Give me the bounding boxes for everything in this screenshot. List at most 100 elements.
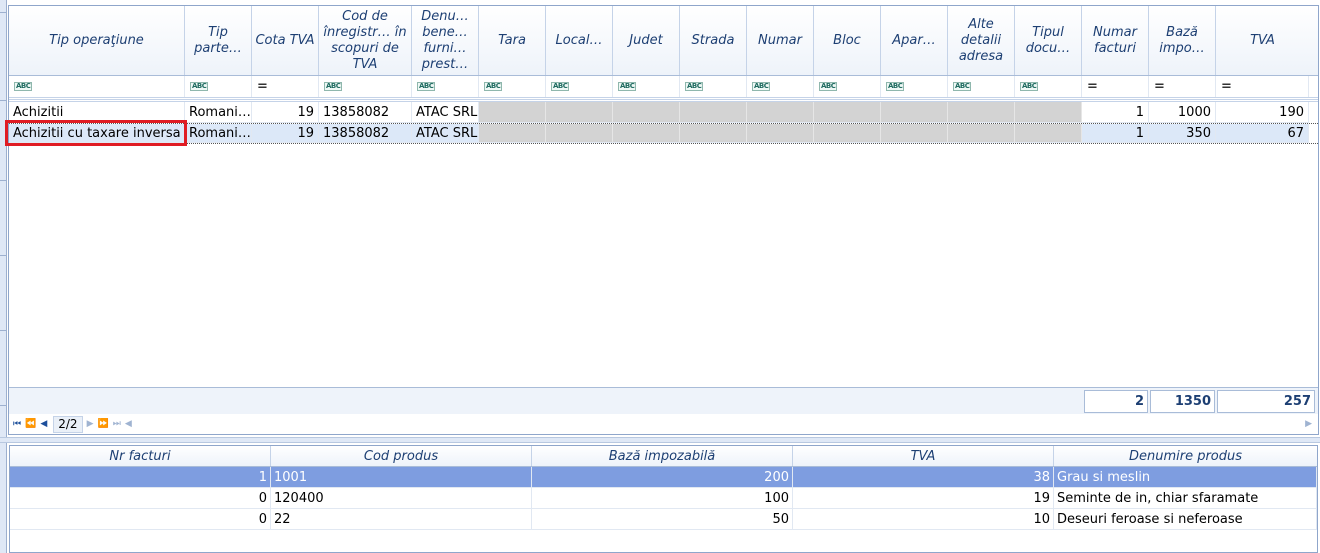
cell-localitate[interactable] xyxy=(546,124,613,143)
filter-cell-cod_inregistrare[interactable]: ABC xyxy=(319,76,412,97)
text-filter-icon[interactable]: ABC xyxy=(190,82,209,91)
cell-judet[interactable] xyxy=(613,102,680,123)
text-filter-icon[interactable]: ABC xyxy=(953,82,972,91)
column-header-bloc[interactable]: Bloc xyxy=(814,6,881,75)
cell-baza-impozabila[interactable]: 50 xyxy=(532,509,793,530)
filter-cell-bloc[interactable]: ABC xyxy=(814,76,881,97)
text-filter-icon[interactable]: ABC xyxy=(819,82,838,91)
cell-tip-partener[interactable]: Romani… xyxy=(185,102,252,123)
cell-denumire-produs[interactable]: Grau si meslin xyxy=(1054,467,1317,488)
column-header-denumire[interactable]: Denu… bene… furni… prest… xyxy=(412,6,479,75)
cell-denumire-produs[interactable]: Seminte de in, chiar sfaramate xyxy=(1054,488,1317,509)
column-header-tipul-document[interactable]: Tipul docu… xyxy=(1015,6,1082,75)
filter-cell-tip_operatiune[interactable]: ABC xyxy=(9,76,185,97)
cell-cod-inregistrare[interactable]: 13858082 xyxy=(319,102,412,123)
filter-cell-tara[interactable]: ABC xyxy=(479,76,546,97)
prev-page-icon[interactable]: ◀ xyxy=(40,419,47,429)
text-filter-icon[interactable]: ABC xyxy=(14,82,33,91)
column-header-denumire-produs[interactable]: Denumire produs xyxy=(1054,446,1317,466)
filter-cell-tipul_document[interactable]: ABC xyxy=(1015,76,1082,97)
cell-apartament[interactable] xyxy=(881,124,948,143)
filter-cell-numar[interactable]: ABC xyxy=(747,76,814,97)
scroll-right-icon[interactable]: ▶ xyxy=(1305,419,1312,429)
column-header-judet[interactable]: Judet xyxy=(613,6,680,75)
column-header-tara[interactable]: Tara xyxy=(479,6,546,75)
text-filter-icon[interactable]: ABC xyxy=(618,82,637,91)
cell-strada[interactable] xyxy=(680,102,747,123)
cell-tva[interactable]: 67 xyxy=(1216,124,1309,143)
column-header-cod-inregistrare[interactable]: Cod de înregistr… în scopuri de TVA xyxy=(319,6,412,75)
cell-cod-produs[interactable]: 1001 xyxy=(271,467,532,488)
filter-cell-cota_tva[interactable]: = xyxy=(252,76,319,97)
cell-nr-facturi[interactable]: 0 xyxy=(10,509,271,530)
text-filter-icon[interactable]: ABC xyxy=(551,82,570,91)
cell-numar[interactable] xyxy=(747,124,814,143)
cell-tara[interactable] xyxy=(479,124,546,143)
cell-judet[interactable] xyxy=(613,124,680,143)
cell-numar-facturi[interactable]: 1 xyxy=(1082,102,1149,123)
filter-cell-alte_detalii[interactable]: ABC xyxy=(948,76,1015,97)
column-header-baza-impozabila[interactable]: Bază impozabilă xyxy=(532,446,793,466)
cell-tara[interactable] xyxy=(479,102,546,123)
cell-tva[interactable]: 10 xyxy=(793,509,1054,530)
cell-tva[interactable]: 19 xyxy=(793,488,1054,509)
cell-alte-detalii[interactable] xyxy=(948,102,1015,123)
cell-numar[interactable] xyxy=(747,102,814,123)
equals-filter-icon[interactable]: = xyxy=(1221,80,1232,93)
cell-tip-partener[interactable]: Romani… xyxy=(185,124,252,143)
scroll-left-icon[interactable]: ◀ xyxy=(125,419,132,429)
cell-cota-tva[interactable]: 19 xyxy=(252,102,319,123)
filter-cell-judet[interactable]: ABC xyxy=(613,76,680,97)
last-page-icon[interactable]: ⏭ xyxy=(113,419,121,429)
column-header-cota-tva[interactable]: Cota TVA xyxy=(252,6,319,75)
first-page-icon[interactable]: ⏮ xyxy=(13,419,21,429)
table-row[interactable]: Achizitii Romani… 19 13858082 ATAC SRL 1… xyxy=(9,102,1318,123)
column-header-tva[interactable]: TVA xyxy=(793,446,1054,466)
text-filter-icon[interactable]: ABC xyxy=(324,82,343,91)
next-page-group-icon[interactable]: ⏩ xyxy=(97,419,108,429)
equals-filter-icon[interactable]: = xyxy=(1087,80,1098,93)
cell-strada[interactable] xyxy=(680,124,747,143)
table-row[interactable]: 0 22 50 10 Deseuri feroase si neferoase xyxy=(10,509,1317,530)
cell-cota-tva[interactable]: 19 xyxy=(252,124,319,143)
cell-nr-facturi[interactable]: 0 xyxy=(10,488,271,509)
panel-splitter[interactable] xyxy=(0,437,1320,443)
cell-baza-impozabila[interactable]: 100 xyxy=(532,488,793,509)
cell-nr-facturi[interactable]: 1 xyxy=(10,467,271,488)
cell-numar-facturi[interactable]: 1 xyxy=(1082,124,1149,143)
prev-page-group-icon[interactable]: ⏪ xyxy=(25,419,36,429)
filter-cell-localitate[interactable]: ABC xyxy=(546,76,613,97)
cell-cod-produs[interactable]: 120400 xyxy=(271,488,532,509)
filter-cell-denumire[interactable]: ABC xyxy=(412,76,479,97)
column-header-tip-partener[interactable]: Tip parte… xyxy=(185,6,252,75)
cell-tva[interactable]: 38 xyxy=(793,467,1054,488)
text-filter-icon[interactable]: ABC xyxy=(752,82,771,91)
cell-denumire-produs[interactable]: Deseuri feroase si neferoase xyxy=(1054,509,1317,530)
cell-tva[interactable]: 190 xyxy=(1216,102,1309,123)
column-header-nr-facturi[interactable]: Nr facturi xyxy=(10,446,271,466)
column-header-baza-impozabila[interactable]: Bază impo… xyxy=(1149,6,1216,75)
column-header-alte-detalii[interactable]: Alte detalii adresa xyxy=(948,6,1015,75)
cell-baza-impozabila[interactable]: 1000 xyxy=(1149,102,1216,123)
cell-baza-impozabila[interactable]: 200 xyxy=(532,467,793,488)
filter-cell-strada[interactable]: ABC xyxy=(680,76,747,97)
cell-denumire[interactable]: ATAC SRL xyxy=(412,102,479,123)
column-header-strada[interactable]: Strada xyxy=(680,6,747,75)
column-header-apartament[interactable]: Apar… xyxy=(881,6,948,75)
filter-cell-tva[interactable]: = xyxy=(1216,76,1309,97)
cell-cod-produs[interactable]: 22 xyxy=(271,509,532,530)
cell-denumire[interactable]: ATAC SRL xyxy=(412,124,479,143)
column-header-numar[interactable]: Numar xyxy=(747,6,814,75)
cell-tipul-document[interactable] xyxy=(1015,124,1082,143)
column-header-tva[interactable]: TVA xyxy=(1216,6,1309,75)
filter-cell-tip_partener[interactable]: ABC xyxy=(185,76,252,97)
text-filter-icon[interactable]: ABC xyxy=(484,82,503,91)
column-header-numar-facturi[interactable]: Numar facturi xyxy=(1082,6,1149,75)
column-header-localitate[interactable]: Local… xyxy=(546,6,613,75)
column-header-tip-operatiune[interactable]: Tip operaţiune xyxy=(9,6,185,75)
cell-localitate[interactable] xyxy=(546,102,613,123)
text-filter-icon[interactable]: ABC xyxy=(886,82,905,91)
filter-cell-apartament[interactable]: ABC xyxy=(881,76,948,97)
table-row-selected[interactable]: 1 1001 200 38 Grau si meslin xyxy=(10,467,1317,488)
table-row[interactable]: 0 120400 100 19 Seminte de in, chiar sfa… xyxy=(10,488,1317,509)
